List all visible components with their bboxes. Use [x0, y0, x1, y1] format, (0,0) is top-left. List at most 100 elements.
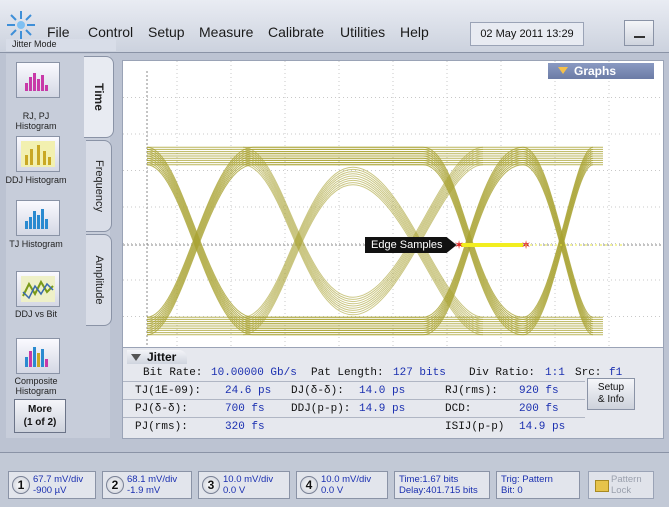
ddj-histogram-label: DDJ Histogram: [5, 175, 67, 185]
tab-time-label: Time: [91, 83, 106, 111]
jitter-header-label: Jitter: [147, 350, 177, 364]
ddj-histogram-icon: [21, 141, 55, 167]
rj-value: 920 fs: [519, 385, 559, 397]
menu-bar: Jitter Mode File Control Setup Measure C…: [0, 0, 669, 53]
tab-frequency-label: Frequency: [92, 160, 105, 212]
graphs-button[interactable]: Graphs: [548, 63, 654, 79]
time-scale-value: Time:1.67 bits: [399, 474, 459, 485]
lock-icon: [595, 480, 609, 492]
pat-length-value: 127 bits: [393, 367, 446, 379]
channel-4-badge: 4: [300, 476, 318, 494]
menu-control[interactable]: Control: [88, 24, 133, 40]
channel-4-offset: 0.0 V: [321, 485, 344, 496]
eye-diagram-display[interactable]: ✶ ✶ Edge Samples: [122, 60, 664, 354]
bit-rate-label: Bit Rate:: [143, 367, 203, 379]
tj-value: 24.6 ps: [225, 385, 272, 397]
channel-2-offset: -1.9 mV: [127, 485, 161, 496]
eye-diagram-plot: ✶ ✶: [123, 61, 663, 353]
jitter-results-panel: Jitter Bit Rate: 10.00000 Gb/s Pat Lengt…: [122, 347, 664, 439]
tab-frequency[interactable]: Frequency: [86, 140, 112, 232]
channel-1-badge: 1: [12, 476, 30, 494]
channel-2-badge: 2: [106, 476, 124, 494]
channel-3-badge: 3: [202, 476, 220, 494]
rj-label: RJ(rms):: [445, 385, 498, 397]
row-divider: [123, 417, 585, 418]
trigger-source: Trig: Pattern: [501, 474, 553, 485]
isij-value: 14.9 ps: [519, 421, 566, 433]
rj-pj-histogram-icon: [25, 73, 48, 91]
menu-measure[interactable]: Measure: [199, 24, 253, 40]
composite-histogram-icon: [25, 347, 48, 367]
dropdown-triangle-icon: [558, 67, 568, 74]
channel-3-offset: 0.0 V: [223, 485, 246, 496]
setup-info-sublabel: & Info: [597, 394, 625, 405]
dcd-label: DCD:: [445, 403, 472, 415]
trigger-button[interactable]: Trig: Pattern Bit: 0: [496, 471, 580, 499]
menu-setup[interactable]: Setup: [148, 24, 185, 40]
pattern-lock-line1: Pattern: [611, 474, 642, 485]
jitter-panel-toggle[interactable]: Jitter: [127, 350, 187, 364]
composite-histogram-button[interactable]: [16, 338, 60, 374]
left-tool-panel: RJ, PJ Histogram DDJ Histogram TJ Histog…: [5, 54, 114, 438]
bit-rate-value: 10.00000 Gb/s: [211, 367, 297, 379]
tj-histogram-label: TJ Histogram: [9, 239, 63, 249]
tab-time[interactable]: Time: [84, 56, 114, 138]
dj-label: DJ(δ-δ):: [291, 385, 344, 397]
edge-samples-label: Edge Samples: [365, 237, 457, 253]
minimize-icon: [634, 36, 645, 38]
channel-1-offset: -900 µV: [33, 485, 67, 496]
tj-label: TJ(1E-09):: [135, 385, 202, 397]
row-divider: [123, 381, 585, 382]
setup-info-label: Setup: [597, 382, 625, 393]
pattern-lock-label: Pattern Lock: [611, 474, 642, 496]
pat-length-label: Pat Length:: [311, 367, 384, 379]
channel-3-scale: 10.0 mV/div: [223, 474, 274, 485]
pattern-lock-button[interactable]: Pattern Lock: [588, 471, 654, 499]
minimize-button[interactable]: [624, 20, 654, 46]
rj-pj-histogram-button[interactable]: [16, 62, 60, 98]
row-divider: [123, 399, 585, 400]
pj-rms-value: 320 fs: [225, 421, 265, 433]
setup-info-button[interactable]: Setup & Info: [587, 378, 635, 410]
tab-amplitude-label: Amplitude: [92, 255, 105, 305]
channel-4-button[interactable]: 4 10.0 mV/div 0.0 V: [296, 471, 388, 499]
menu-file[interactable]: File: [47, 24, 70, 40]
more-button[interactable]: More (1 of 2): [14, 399, 66, 433]
ddj-vs-bit-label: DDJ vs Bit: [14, 309, 57, 319]
date-time-display: 02 May 2011 13:29: [470, 22, 584, 46]
dj-value: 14.0 ps: [359, 385, 406, 397]
menu-utilities[interactable]: Utilities: [340, 24, 385, 40]
menu-help[interactable]: Help: [400, 24, 429, 40]
timebase-button[interactable]: Time:1.67 bits Delay:401.715 bits: [394, 471, 490, 499]
channel-2-scale: 68.1 mV/div: [127, 474, 178, 485]
menu-calibrate[interactable]: Calibrate: [268, 24, 324, 40]
more-page-label: (1 of 2): [23, 417, 57, 428]
channel-1-scale: 67.7 mV/div: [33, 474, 84, 485]
channel-1-button[interactable]: 1 67.7 mV/div -900 µV: [8, 471, 96, 499]
ddj-label: DDJ(p-p):: [291, 403, 351, 415]
tj-histogram-icon: [25, 209, 48, 229]
more-label: More: [28, 404, 52, 415]
tab-amplitude[interactable]: Amplitude: [86, 234, 112, 326]
channel-4-scale: 10.0 mV/div: [321, 474, 372, 485]
tj-histogram-button[interactable]: [16, 200, 60, 236]
ddj-histogram-button[interactable]: [16, 136, 60, 172]
div-ratio-value: 1:1: [545, 367, 565, 379]
ddj-vs-bit-button[interactable]: [16, 271, 60, 307]
jitter-mode-label: Jitter Mode: [6, 39, 116, 51]
trigger-bit: Bit: 0: [501, 485, 523, 496]
graphs-button-label: Graphs: [574, 64, 617, 78]
channel-3-button[interactable]: 3 10.0 mV/div 0.0 V: [198, 471, 290, 499]
ddj-value: 14.9 ps: [359, 403, 406, 415]
sun-logo-icon: [7, 11, 35, 39]
delay-value: Delay:401.715 bits: [399, 485, 478, 496]
pattern-lock-line2: Lock: [611, 485, 632, 496]
pj-dd-label: PJ(δ-δ):: [135, 403, 188, 415]
composite-histogram-label: Composite Histogram: [14, 376, 58, 396]
ddj-vs-bit-icon: [21, 276, 55, 302]
rj-pj-histogram-label: RJ, PJ Histogram: [15, 111, 57, 131]
pj-rms-label: PJ(rms):: [135, 421, 188, 433]
div-ratio-label: Div Ratio:: [469, 367, 536, 379]
isij-label: ISIJ(p-p): [445, 421, 505, 433]
channel-2-button[interactable]: 2 68.1 mV/div -1.9 mV: [102, 471, 192, 499]
